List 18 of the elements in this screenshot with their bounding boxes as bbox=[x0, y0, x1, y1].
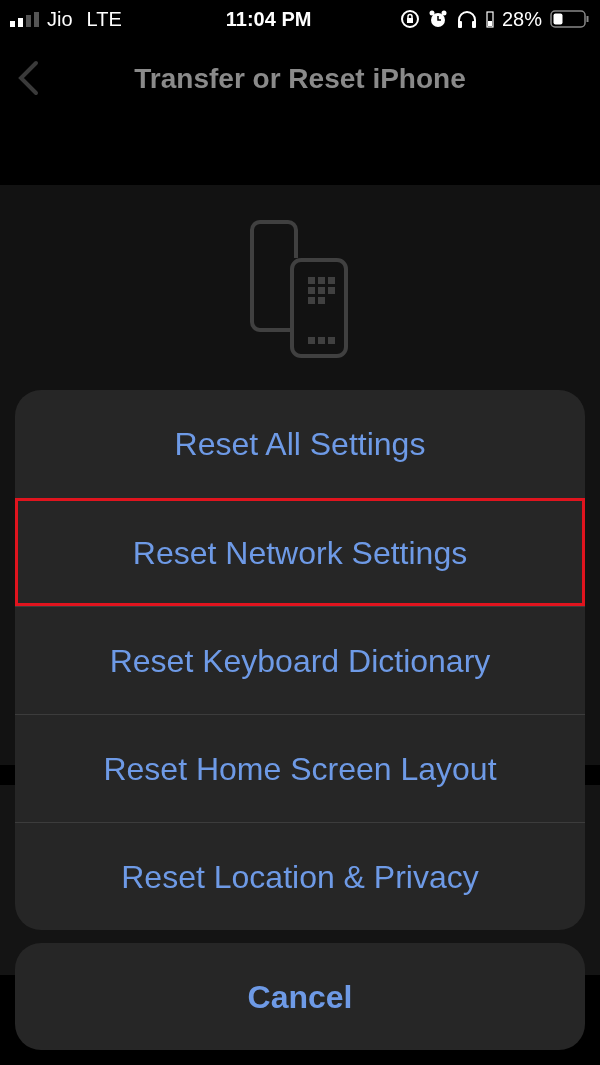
menu-item[interactable]: Reset Location & Privacy bbox=[15, 822, 585, 930]
headphones-icon bbox=[455, 9, 478, 29]
menu-item[interactable]: Reset Network Settings bbox=[15, 498, 585, 606]
menu-item[interactable]: Reset Home Screen Layout bbox=[15, 714, 585, 822]
signal-icon bbox=[10, 11, 39, 27]
rotation-lock-icon bbox=[399, 9, 420, 29]
network-type: LTE bbox=[86, 7, 122, 32]
charging-icon bbox=[485, 10, 494, 28]
cancel-button[interactable]: Cancel bbox=[15, 943, 585, 1050]
battery-icon bbox=[550, 9, 590, 29]
page-title: Transfer or Reset iPhone bbox=[134, 62, 466, 96]
carrier-name: Jio bbox=[47, 7, 73, 32]
back-icon[interactable] bbox=[16, 60, 40, 96]
battery-percent: 28% bbox=[501, 7, 542, 32]
alarm-icon bbox=[427, 9, 448, 29]
menu-item[interactable]: Reset Keyboard Dictionary bbox=[15, 606, 585, 714]
menu-item[interactable]: Reset All Settings bbox=[15, 390, 585, 498]
clock-time: 11:04 PM bbox=[225, 7, 312, 32]
